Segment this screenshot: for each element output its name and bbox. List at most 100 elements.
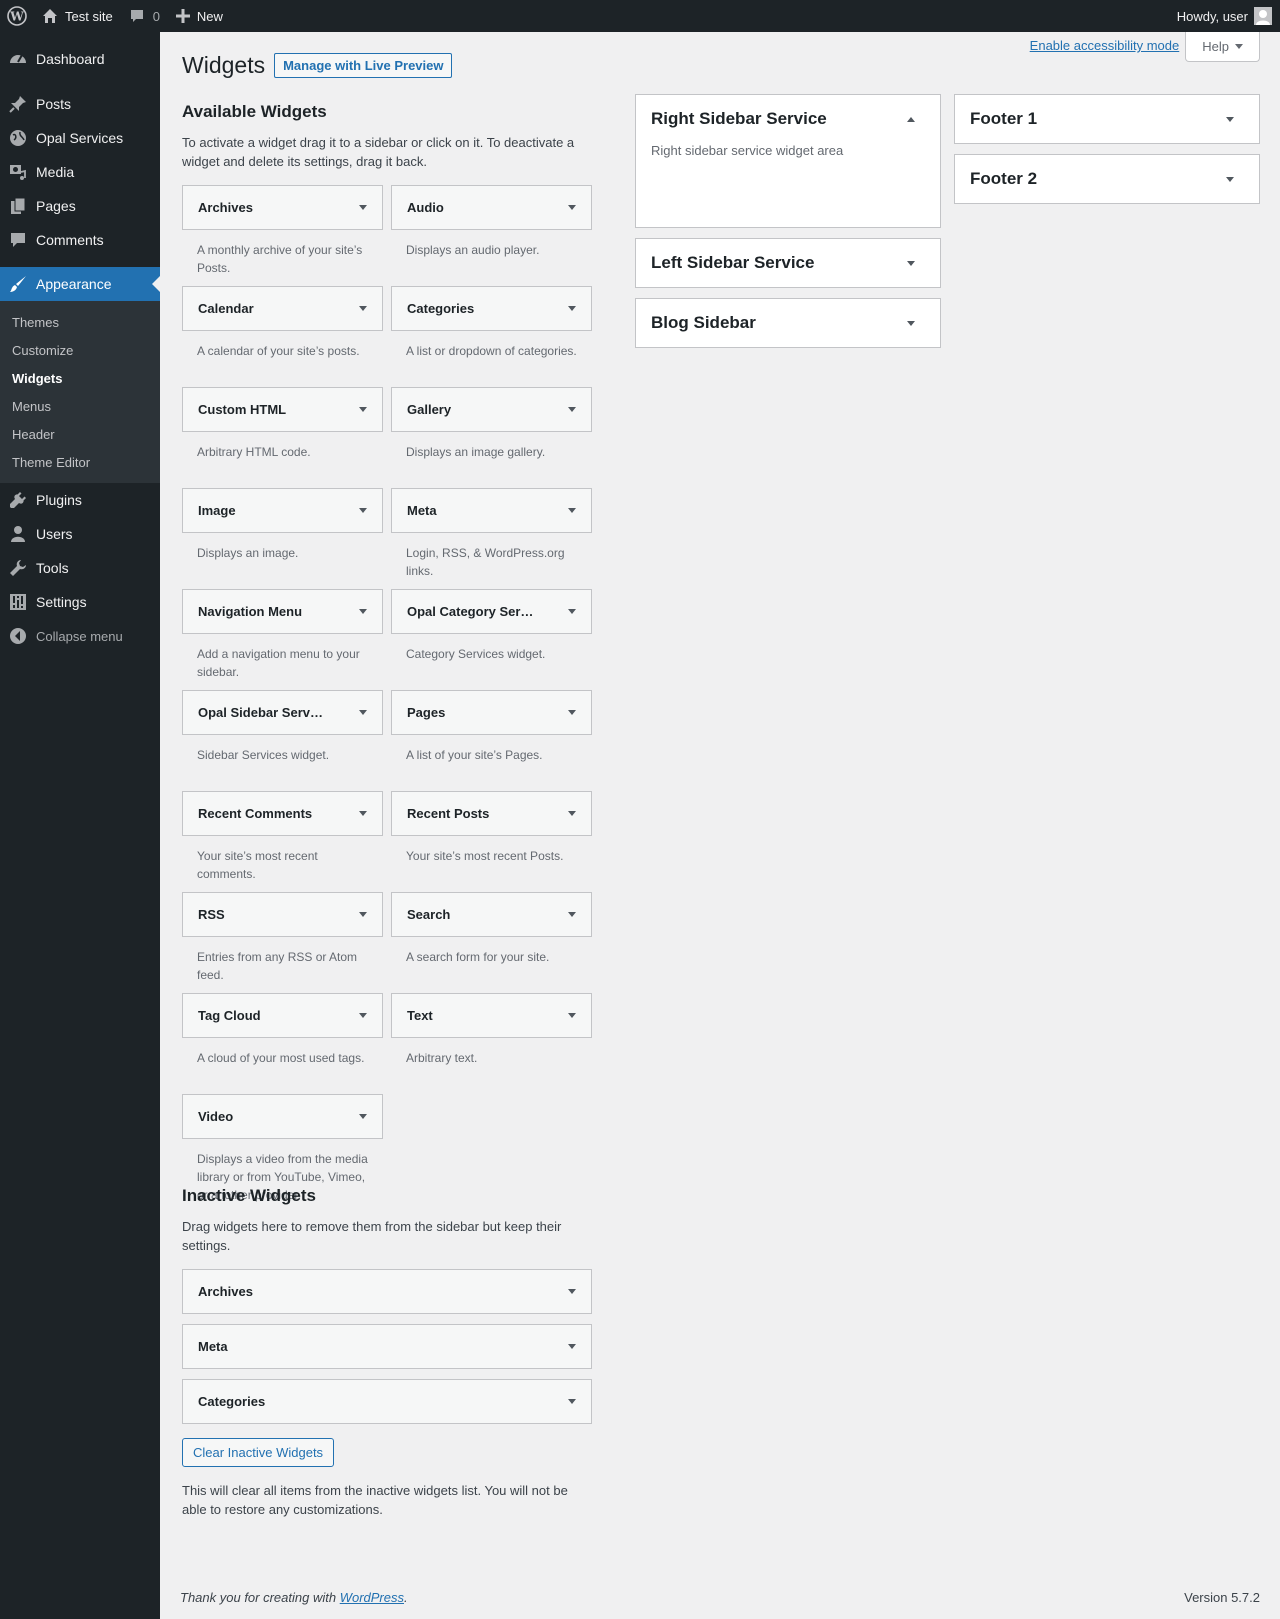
widget-title-bar[interactable]: Image (182, 488, 383, 533)
caret-down-icon[interactable] (568, 912, 576, 917)
collapse-menu-button[interactable]: Collapse menu (0, 619, 160, 653)
caret-down-icon[interactable] (359, 811, 367, 816)
menu-item-tools[interactable]: Tools (0, 551, 160, 585)
widget-title-bar[interactable]: Custom HTML (182, 387, 383, 432)
widget-title-bar[interactable]: Meta (391, 488, 592, 533)
menu-item-media[interactable]: Media (0, 155, 160, 189)
caret-down-icon[interactable] (568, 1344, 576, 1349)
submenu-item-theme-editor[interactable]: Theme Editor (0, 448, 160, 476)
caret-down-icon[interactable] (568, 811, 576, 816)
site-name-link[interactable]: Test site (34, 0, 121, 32)
widget-title-bar[interactable]: Archives (182, 185, 383, 230)
inactive-widget[interactable]: Categories (182, 1379, 592, 1424)
caret-down-icon[interactable] (359, 710, 367, 715)
inactive-widget[interactable]: Meta (182, 1324, 592, 1369)
clear-inactive-widgets-button[interactable]: Clear Inactive Widgets (182, 1438, 335, 1467)
submenu-item-menus[interactable]: Menus (0, 392, 160, 420)
caret-down-icon[interactable] (568, 407, 576, 412)
comments-link[interactable]: 0 (121, 0, 168, 32)
caret-down-icon[interactable] (1226, 116, 1234, 122)
caret-down-icon[interactable] (568, 1013, 576, 1018)
widget-title-bar[interactable]: Categories (391, 286, 592, 331)
widget-title-bar[interactable]: RSS (182, 892, 383, 937)
widget-title-bar[interactable]: Video (182, 1094, 383, 1139)
sidebar-header[interactable]: Footer 1 (955, 95, 1259, 143)
home-icon (42, 8, 58, 24)
widget-description: Category Services widget. (406, 647, 546, 661)
menu-item-dashboard[interactable]: Dashboard (0, 42, 160, 76)
widget-title-bar[interactable]: Gallery (391, 387, 592, 432)
menu-item-plugins[interactable]: Plugins (0, 483, 160, 517)
caret-down-icon[interactable] (359, 508, 367, 513)
enable-accessibility-mode-link[interactable]: Enable accessibility mode (1030, 38, 1180, 53)
manage-live-preview-button[interactable]: Manage with Live Preview (274, 53, 453, 78)
footer-thankyou: Thank you for creating with WordPress. (180, 1590, 408, 1605)
menu-item-settings[interactable]: Settings (0, 585, 160, 619)
caret-down-icon[interactable] (359, 306, 367, 311)
widget-title-bar[interactable]: Pages (391, 690, 592, 735)
caret-down-icon[interactable] (568, 609, 576, 614)
caret-down-icon[interactable] (359, 1114, 367, 1119)
submenu-item-customize[interactable]: Customize (0, 336, 160, 364)
new-content-link[interactable]: New (168, 0, 231, 32)
caret-down-icon[interactable] (359, 205, 367, 210)
caret-down-icon[interactable] (568, 1289, 576, 1294)
widget-title-bar[interactable]: Tag Cloud (182, 993, 383, 1038)
widget-item: Search A search form for your site. (391, 892, 592, 993)
dashboard-gauge-icon (8, 49, 28, 69)
widget-title-bar[interactable]: Text (391, 993, 592, 1038)
sidebar-header[interactable]: Right Sidebar Service (636, 95, 940, 143)
help-tab-button[interactable]: Help (1185, 32, 1260, 62)
available-widgets: Available Widgets To activate a widget d… (182, 102, 592, 1202)
widget-title: Meta (198, 1339, 228, 1354)
caret-down-icon[interactable] (907, 260, 915, 266)
widget-title-bar[interactable]: Recent Comments (182, 791, 383, 836)
caret-down-icon[interactable] (1226, 176, 1234, 182)
widget-title-bar[interactable]: Navigation Menu (182, 589, 383, 634)
submenu-item-header[interactable]: Header (0, 420, 160, 448)
widget-title-bar[interactable]: Opal Sidebar Serv… (182, 690, 383, 735)
submenu-item-widgets[interactable]: Widgets (0, 364, 160, 392)
caret-down-icon[interactable] (568, 1399, 576, 1404)
sidebar-title: Footer 2 (970, 169, 1038, 188)
menu-item-pages[interactable]: Pages (0, 189, 160, 223)
widget-title-bar[interactable]: Recent Posts (391, 791, 592, 836)
caret-down-icon[interactable] (359, 1013, 367, 1018)
media-camera-music-icon (8, 162, 28, 182)
submenu-item-themes[interactable]: Themes (0, 308, 160, 336)
widget-item: Image Displays an image. (182, 488, 383, 589)
account-menu[interactable]: Howdy, user (1169, 0, 1280, 32)
menu-item-users[interactable]: Users (0, 517, 160, 551)
caret-down-icon[interactable] (568, 710, 576, 715)
menu-item-comments[interactable]: Comments (0, 223, 160, 257)
caret-down-icon[interactable] (359, 609, 367, 614)
caret-down-icon[interactable] (568, 306, 576, 311)
footer-thanks-suffix: . (404, 1590, 408, 1605)
comments-count: 0 (152, 8, 160, 24)
caret-down-icon[interactable] (359, 912, 367, 917)
sidebar-header[interactable]: Left Sidebar Service (636, 239, 940, 287)
sidebar-header[interactable]: Footer 2 (955, 155, 1259, 203)
widget-title-bar[interactable]: Calendar (182, 286, 383, 331)
caret-down-icon[interactable] (568, 205, 576, 210)
wordpress-logo-icon[interactable]: W (0, 0, 34, 32)
caret-down-icon[interactable] (907, 320, 915, 326)
caret-up-icon[interactable] (907, 116, 915, 122)
wordpress-link[interactable]: WordPress (340, 1590, 404, 1605)
widget-title-bar[interactable]: Opal Category Ser… (391, 589, 592, 634)
sidebar-header[interactable]: Blog Sidebar (636, 299, 940, 347)
caret-down-icon[interactable] (359, 407, 367, 412)
menu-item-posts[interactable]: Posts (0, 87, 160, 121)
widget-title-bar[interactable]: Search (391, 892, 592, 937)
inactive-widget[interactable]: Archives (182, 1269, 592, 1314)
widget-title: Categories (198, 1394, 266, 1409)
help-label: Help (1202, 39, 1229, 54)
new-label: New (196, 8, 223, 24)
menu-item-opal-services[interactable]: Opal Services (0, 121, 160, 155)
menu-label: Media (36, 164, 75, 180)
widget-list: Archives A monthly archive of your site’s… (182, 185, 592, 1202)
widget-title-bar[interactable]: Audio (391, 185, 592, 230)
widget-item: Tag Cloud A cloud of your most used tags. (182, 993, 383, 1094)
menu-item-appearance[interactable]: Appearance (0, 267, 160, 301)
caret-down-icon[interactable] (568, 508, 576, 513)
